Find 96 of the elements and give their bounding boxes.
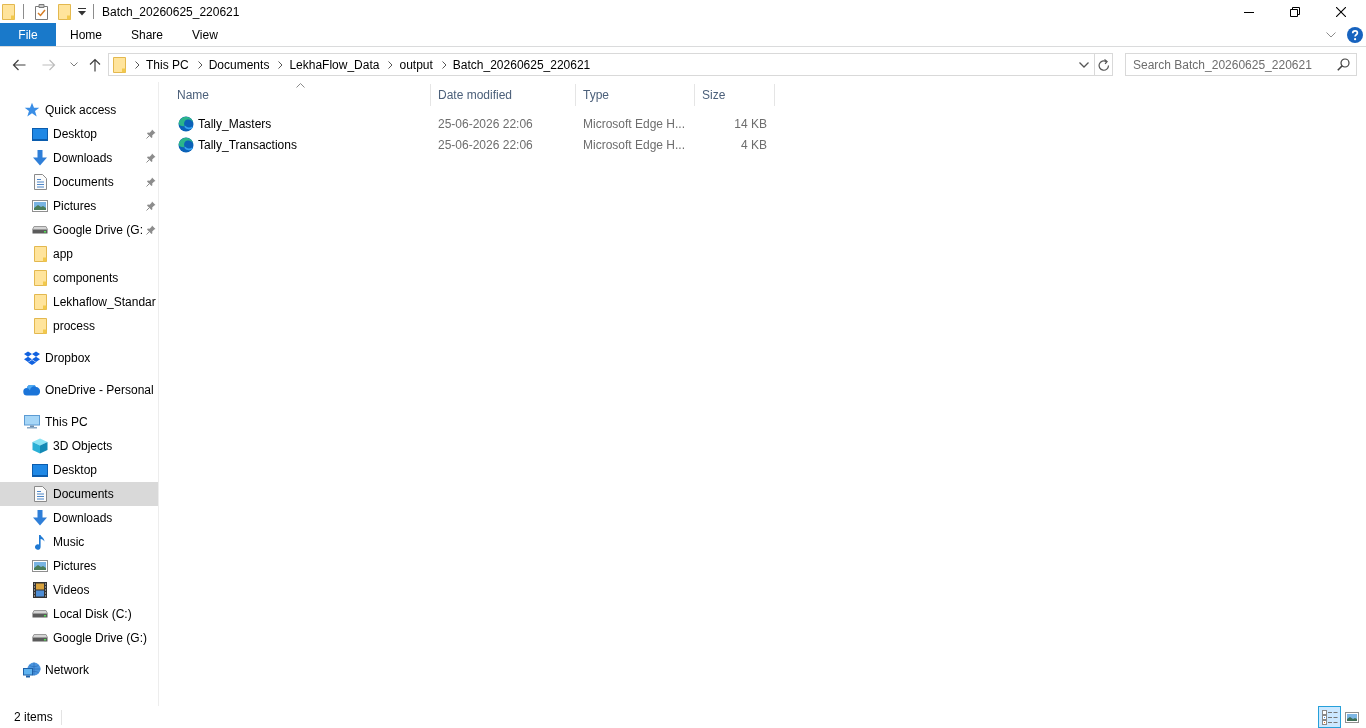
nav-item[interactable]: Documents [0,482,158,506]
details-view-button[interactable] [1318,706,1341,728]
desktop-icon [32,463,48,477]
star-icon [24,102,40,118]
ribbon-tab[interactable]: View [188,24,222,45]
nav-item[interactable]: Music [0,530,158,554]
computer-icon [24,415,40,429]
folder-icon [113,56,126,73]
chevron-icon[interactable] [1079,61,1089,68]
folder-icon [33,246,47,262]
chevron-icon[interactable] [278,60,284,69]
ribbon-tab[interactable]: Share [127,24,168,45]
nav-item[interactable]: Downloads [0,506,158,530]
nav-item[interactable]: Downloads [0,146,158,170]
checklist-icon[interactable] [35,3,48,20]
caret-icon[interactable] [78,7,86,16]
chevron-icon[interactable] [135,60,140,69]
file-row[interactable]: Tally_Transactions 25-06-2026 22:06 Microsoft Edge H... 4 KB [170,134,775,155]
film-icon [33,582,47,598]
chevron-icon[interactable] [197,60,203,69]
nav-item[interactable]: Network [0,658,158,682]
search-field[interactable]: Search Batch_20260625_220621 [1125,53,1357,76]
item-count: 2 items [14,710,53,724]
large-icons-view-icon [1345,711,1359,723]
date-modified: 25-06-2026 22:06 [438,116,533,131]
help-icon[interactable] [1347,26,1363,43]
nav-item[interactable]: Local Disk (C:) [0,602,158,626]
drive-icon [32,610,48,618]
nav-item[interactable]: components [0,266,158,290]
nav-item[interactable]: This PC [0,410,158,434]
ribbon-tab[interactable]: File [0,23,56,46]
chevron-icon[interactable] [388,60,394,69]
picture-icon [32,560,48,572]
file-type: Microsoft Edge H... [583,116,686,131]
folder-icon [33,318,47,334]
breadcrumb-item[interactable]: Documents [204,55,274,74]
down-arrow-icon [32,510,48,526]
nav-item[interactable]: Quick access [0,98,158,122]
chevron-icon[interactable] [1326,31,1336,38]
nav-item[interactable]: OneDrive - Personal [0,378,158,402]
search-icon[interactable] [1337,58,1350,71]
cloud-icon [23,384,41,396]
document-icon [33,174,47,190]
nav-item[interactable]: process [0,314,158,338]
column-header[interactable]: Name [170,84,431,106]
desktop-icon [32,127,48,141]
back-arrow-icon[interactable] [12,58,26,71]
nav-item[interactable]: Desktop [0,122,158,146]
nav-item[interactable]: Dropbox [0,346,158,370]
breadcrumb-item[interactable]: This PC [142,55,193,74]
drive-icon [32,634,48,642]
folder-icon [33,270,47,286]
cube-icon [32,438,48,454]
nav-item[interactable]: Lekhaflow_Standar [0,290,158,314]
nav-item[interactable]: Google Drive (G:) [0,626,158,650]
file-type: Microsoft Edge H... [583,137,686,152]
close-icon[interactable] [1336,6,1346,17]
file-size: 14 KB [734,116,767,131]
nav-item[interactable]: Pictures [0,554,158,578]
details-view-icon [1321,709,1338,725]
column-header[interactable]: Type [576,84,695,106]
refresh-icon[interactable] [1097,58,1110,71]
chevron-icon[interactable] [70,62,78,67]
file-row[interactable]: Tally_Masters 25-06-2026 22:06 Microsoft Edge H... 14 KB [170,113,775,134]
date-modified: 25-06-2026 22:06 [438,137,533,152]
column-header[interactable]: Size [695,84,775,106]
breadcrumb-item[interactable]: Batch_20260625_220621 [448,55,595,74]
file-name: Tally_Masters [198,116,272,131]
file-icon [178,136,194,153]
file-icon [178,115,194,132]
window-title: Batch_20260625_220621 [102,4,240,19]
restore-icon[interactable] [1290,6,1300,17]
nav-item[interactable]: Documents [0,170,158,194]
ribbon-tab[interactable]: Home [66,24,106,45]
picture-icon [32,200,48,212]
diamond-cluster-icon [24,351,40,365]
nav-item[interactable]: Desktop [0,458,158,482]
file-size: 4 KB [741,137,767,152]
column-header[interactable]: Date modified [431,84,576,106]
address-bar[interactable]: This PC Documents LekhaFlow_Data output Batch_20260625_220621 [108,53,1113,76]
document-icon [33,486,47,502]
nav-item[interactable]: Pictures [0,194,158,218]
network-icon [23,662,41,678]
nav-item[interactable]: Google Drive (G: [0,218,158,242]
drive-icon [32,226,48,234]
breadcrumb-item[interactable]: LekhaFlow_Data [285,55,384,74]
chevron-icon[interactable] [441,60,447,69]
nav-item[interactable]: Videos [0,578,158,602]
nav-item[interactable]: app [0,242,158,266]
music-note-icon [35,534,45,550]
breadcrumb-item[interactable]: output [395,55,437,74]
nav-item[interactable]: 3D Objects [0,434,158,458]
down-arrow-icon [32,150,48,166]
up-arrow-icon[interactable] [89,57,101,72]
file-name: Tally_Transactions [198,137,297,152]
folder-icon [33,294,47,310]
